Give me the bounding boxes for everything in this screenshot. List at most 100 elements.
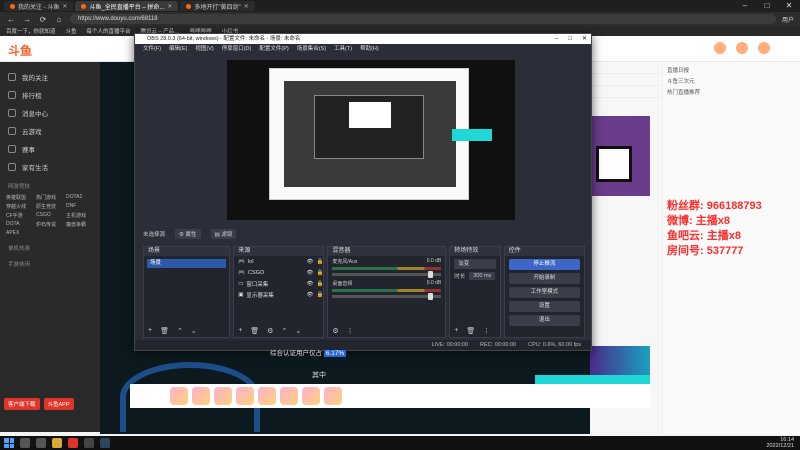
gear-icon[interactable]: ⚙ <box>267 327 273 335</box>
avatar[interactable] <box>758 42 770 54</box>
browser-icon[interactable] <box>68 438 78 448</box>
add-icon[interactable]: + <box>148 327 152 335</box>
gift-icon[interactable] <box>302 387 320 405</box>
profile-label[interactable]: 用户 <box>782 15 794 24</box>
game-promo-banner[interactable] <box>590 346 650 376</box>
search-icon[interactable] <box>20 438 30 448</box>
category-link[interactable]: 热门游戏 <box>36 194 64 201</box>
gift-icon[interactable] <box>236 387 254 405</box>
sidebar-item-events[interactable]: 赛事 <box>0 140 100 158</box>
maximize-icon[interactable]: □ <box>756 0 778 12</box>
category-link[interactable]: CSGO <box>36 212 64 219</box>
gift-icon[interactable] <box>324 387 342 405</box>
obs-preview[interactable] <box>227 60 515 220</box>
volume-slider[interactable] <box>332 293 442 300</box>
taskbar-clock[interactable]: 16:14 2022/12/21 <box>766 437 794 449</box>
source-item[interactable]: ▭ 窗口采集 👁 🔒 <box>234 278 323 289</box>
menu-edit[interactable]: 编辑(E) <box>169 44 187 54</box>
studio-mode-button[interactable]: 工作室模式 <box>508 287 581 298</box>
windows-start-icon[interactable] <box>4 438 14 448</box>
gift-icon[interactable] <box>280 387 298 405</box>
menu-file[interactable]: 文件(F) <box>143 44 161 54</box>
sidebar-item-cloud-game[interactable]: 云游戏 <box>0 122 100 140</box>
eye-icon[interactable]: 👁 <box>307 292 314 298</box>
browser-tab-follow[interactable]: 我的关注 - 斗鱼 ✕ <box>4 1 74 11</box>
sidebar-item-life[interactable]: 家有生活 <box>0 158 100 176</box>
back-icon[interactable]: ← <box>6 15 16 24</box>
more-icon[interactable]: ⋮ <box>347 327 354 335</box>
filters-button[interactable]: ▤ 滤镜 <box>210 229 237 239</box>
category-link[interactable]: 魔兽争霸 <box>66 221 94 228</box>
category-link[interactable]: 炉石传说 <box>36 221 64 228</box>
close-icon[interactable]: ✕ <box>62 3 67 10</box>
close-icon[interactable]: ✕ <box>167 3 172 10</box>
minimize-icon[interactable]: – <box>734 0 756 12</box>
source-item[interactable]: ▣ 显示器采集 👁 🔒 <box>234 289 323 300</box>
scene-item[interactable]: 场景 <box>147 259 227 268</box>
gift-icon[interactable] <box>214 387 232 405</box>
transition-select[interactable]: 淡变 <box>454 259 496 269</box>
lock-icon[interactable]: 🔒 <box>316 281 323 287</box>
explorer-icon[interactable] <box>52 438 62 448</box>
lock-icon[interactable]: 🔒 <box>316 259 323 265</box>
trash-icon[interactable]: 🗑 <box>160 327 169 335</box>
exit-button[interactable]: 退出 <box>508 315 581 326</box>
settings-button[interactable]: 设置 <box>508 301 581 312</box>
steam-icon[interactable] <box>100 438 110 448</box>
arrow-up-icon[interactable]: ⌃ <box>177 327 183 335</box>
gift-icon[interactable] <box>258 387 276 405</box>
arrow-down-icon[interactable]: ⌄ <box>191 327 197 335</box>
download-icon[interactable] <box>736 42 748 54</box>
source-item[interactable]: 🎮 lol 👁 🔒 <box>234 256 323 267</box>
more-icon[interactable]: ⋮ <box>483 327 490 335</box>
properties-button[interactable]: ⚙ 属性 <box>175 229 201 239</box>
arrow-up-icon[interactable]: ⌃ <box>281 327 287 335</box>
trash-icon[interactable]: 🗑 <box>466 327 475 335</box>
menu-profile[interactable]: 配置文件(P) <box>259 44 288 54</box>
sidebar-item-rank[interactable]: 排行榜 <box>0 86 100 104</box>
category-link[interactable]: DOTA2 <box>66 194 94 201</box>
bookmark-item[interactable]: 斗鱼 <box>66 27 77 35</box>
menu-scene-collection[interactable]: 场景集合(S) <box>297 44 326 54</box>
history-icon[interactable] <box>714 42 726 54</box>
panel-line[interactable]: 斗鱼三次元 <box>667 77 796 88</box>
start-recording-button[interactable]: 开始录制 <box>508 273 581 284</box>
category-link[interactable]: DNF <box>66 203 94 210</box>
category-link[interactable]: 原生竞技 <box>36 203 64 210</box>
category-link[interactable]: 主机游戏 <box>66 212 94 219</box>
menu-tools[interactable]: 工具(T) <box>334 44 352 54</box>
menu-view[interactable]: 视图(V) <box>195 44 213 54</box>
sidebar-item-messages[interactable]: 消息中心 <box>0 104 100 122</box>
add-icon[interactable]: + <box>454 327 458 335</box>
client-download-button[interactable]: 客户端下载 <box>4 398 40 410</box>
app-download-button[interactable]: 斗鱼APP <box>43 398 74 410</box>
source-item[interactable]: 🎮 CSGO 👁 🔒 <box>234 267 323 278</box>
lock-icon[interactable]: 🔒 <box>316 292 323 298</box>
eye-icon[interactable]: 👁 <box>307 281 314 287</box>
category-link[interactable]: 英雄联盟 <box>6 194 34 201</box>
category-link[interactable]: 穿越火线 <box>6 203 34 210</box>
eye-icon[interactable]: 👁 <box>307 259 314 265</box>
trash-icon[interactable]: 🗑 <box>250 327 259 335</box>
panel-line[interactable]: 热门直播推荐 <box>667 88 796 99</box>
gift-icon[interactable] <box>192 387 210 405</box>
menu-help[interactable]: 帮助(H) <box>360 44 379 54</box>
sidebar-item-follow[interactable]: 我的关注 <box>0 68 100 86</box>
arrow-down-icon[interactable]: ⌄ <box>295 327 301 335</box>
maximize-icon[interactable]: □ <box>568 34 572 44</box>
task-view-icon[interactable] <box>36 438 46 448</box>
volume-slider[interactable] <box>332 271 442 278</box>
bookmark-item[interactable]: 百度一下，你就知道 <box>6 27 56 35</box>
duration-input[interactable]: 300 ms <box>469 272 496 280</box>
stop-streaming-button[interactable]: 停止推流 <box>508 259 581 270</box>
panel-line[interactable]: 直播日报 <box>667 66 796 77</box>
gift-icon[interactable] <box>170 387 188 405</box>
obs-icon[interactable] <box>84 438 94 448</box>
menu-docks[interactable]: 停靠窗口(D) <box>222 44 252 54</box>
reload-icon[interactable]: ⟳ <box>38 15 48 24</box>
category-link[interactable]: DOTA <box>6 221 34 228</box>
browser-tab-stream[interactable]: 斗鱼_全民直播平台 – 拼命... ✕ <box>75 1 179 11</box>
close-window-icon[interactable]: ✕ <box>778 0 800 12</box>
home-icon[interactable]: ⌂ <box>54 15 64 24</box>
eye-icon[interactable]: 👁 <box>307 270 314 276</box>
